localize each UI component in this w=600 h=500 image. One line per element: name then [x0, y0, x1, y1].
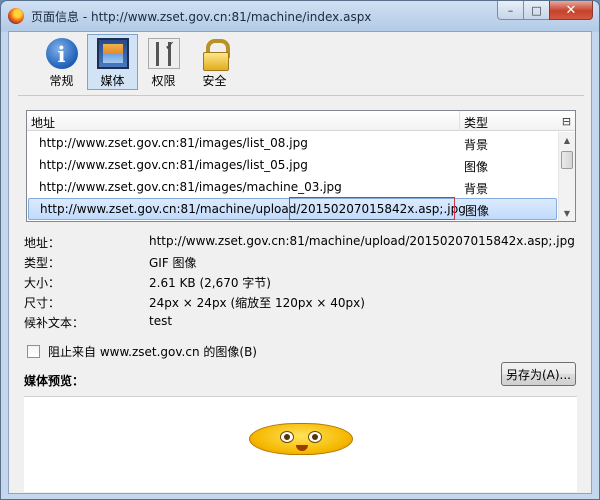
column-header-address[interactable]: 地址: [27, 111, 460, 131]
column-picker-icon[interactable]: ⊟: [558, 111, 575, 131]
item-type: 背景: [464, 182, 489, 196]
media-preview-label: 媒体预览：: [24, 374, 85, 388]
detail-value: 24px × 24px (缩放至 120px × 40px): [149, 296, 365, 310]
detail-label: 地址：: [24, 236, 61, 250]
media-panel: 地址 类型 ⊟ http://www.zset.gov.cn:81/images…: [18, 95, 584, 492]
media-icon: [96, 38, 129, 69]
window-client: 常规 媒体 权限 安全 地址 类型 ⊟: [8, 31, 592, 494]
annotation-highlight: [289, 197, 455, 220]
firefox-icon: [8, 8, 24, 24]
detail-value: 2.61 KB (2,670 字节): [149, 276, 271, 290]
detail-address: 地址： http://www.zset.gov.cn:81/machine/up…: [24, 232, 579, 252]
lock-icon: [199, 38, 231, 71]
detail-label: 类型：: [24, 256, 61, 270]
detail-label: 尺寸：: [24, 296, 61, 310]
detail-value: test: [149, 314, 173, 328]
media-list[interactable]: 地址 类型 ⊟ http://www.zset.gov.cn:81/images…: [26, 110, 576, 222]
tab-security[interactable]: 安全: [189, 34, 240, 90]
media-details: 地址： http://www.zset.gov.cn:81/machine/up…: [24, 232, 579, 332]
column-header-type[interactable]: 类型: [460, 111, 558, 131]
list-item[interactable]: http://www.zset.gov.cn:81/images/machine…: [27, 176, 558, 198]
maximize-button[interactable]: □: [523, 1, 549, 20]
detail-size: 大小： 2.61 KB (2,670 字节): [24, 272, 579, 292]
list-item[interactable]: http://www.zset.gov.cn:81/images/list_08…: [27, 132, 558, 154]
detail-value: http://www.zset.gov.cn:81/machine/upload…: [149, 234, 575, 248]
detail-dimensions: 尺寸： 24px × 24px (缩放至 120px × 40px): [24, 292, 579, 312]
detail-value: GIF 图像: [149, 256, 197, 270]
scroll-up-icon[interactable]: ▲: [559, 132, 575, 148]
item-address: http://www.zset.gov.cn:81/images/list_08…: [39, 136, 308, 150]
page-info-toolbar: 常规 媒体 权限 安全: [36, 34, 240, 90]
block-images-checkbox[interactable]: [27, 345, 40, 358]
media-preview: [24, 396, 577, 492]
tab-media-label: 媒体: [100, 74, 125, 88]
info-icon: [45, 38, 78, 69]
item-type: 背景: [464, 138, 489, 152]
tab-permissions-label: 权限: [151, 74, 176, 88]
title-bar[interactable]: 页面信息 - http://www.zset.gov.cn:81/machine…: [1, 1, 599, 31]
caption-buttons: – □ ✕: [497, 1, 593, 21]
tab-permissions[interactable]: 权限: [138, 34, 189, 90]
scroll-thumb[interactable]: [561, 151, 573, 169]
item-address: http://www.zset.gov.cn:81/images/machine…: [39, 180, 342, 194]
preview-image: [249, 423, 353, 455]
detail-label: 候补文本：: [24, 316, 85, 330]
permissions-icon: [147, 38, 180, 69]
tab-general[interactable]: 常规: [36, 34, 87, 90]
minimize-button[interactable]: –: [497, 1, 523, 20]
close-button[interactable]: ✕: [549, 1, 593, 20]
save-as-button[interactable]: 另存为(A)...: [501, 362, 576, 386]
list-scrollbar[interactable]: ▲ ▼: [558, 132, 575, 221]
page-info-window: 页面信息 - http://www.zset.gov.cn:81/machine…: [0, 0, 600, 500]
list-header: 地址 类型 ⊟: [27, 111, 575, 131]
item-address: http://www.zset.gov.cn:81/images/list_05…: [39, 158, 308, 172]
list-item[interactable]: http://www.zset.gov.cn:81/images/list_05…: [27, 154, 558, 176]
window-title: 页面信息 - http://www.zset.gov.cn:81/machine…: [31, 10, 372, 24]
tab-media[interactable]: 媒体: [87, 34, 138, 90]
eye-shape: [308, 431, 322, 443]
item-type: 图像: [464, 160, 489, 174]
detail-label: 大小：: [24, 276, 61, 290]
tab-security-label: 安全: [202, 74, 227, 88]
detail-alt-text: 候补文本： test: [24, 312, 579, 332]
tab-general-label: 常规: [49, 74, 74, 88]
item-type: 图像: [465, 204, 490, 218]
eye-shape: [280, 431, 294, 443]
block-images-option[interactable]: 阻止来自 www.zset.gov.cn 的图像(B): [27, 343, 257, 360]
media-rows: http://www.zset.gov.cn:81/images/list_08…: [27, 132, 558, 220]
mouth-shape: [296, 445, 308, 451]
list-item-selected[interactable]: http://www.zset.gov.cn:81/machine/upload…: [28, 197, 557, 220]
scroll-down-icon[interactable]: ▼: [559, 205, 575, 221]
detail-type: 类型： GIF 图像: [24, 252, 579, 272]
block-images-label: 阻止来自 www.zset.gov.cn 的图像(B): [48, 345, 257, 359]
